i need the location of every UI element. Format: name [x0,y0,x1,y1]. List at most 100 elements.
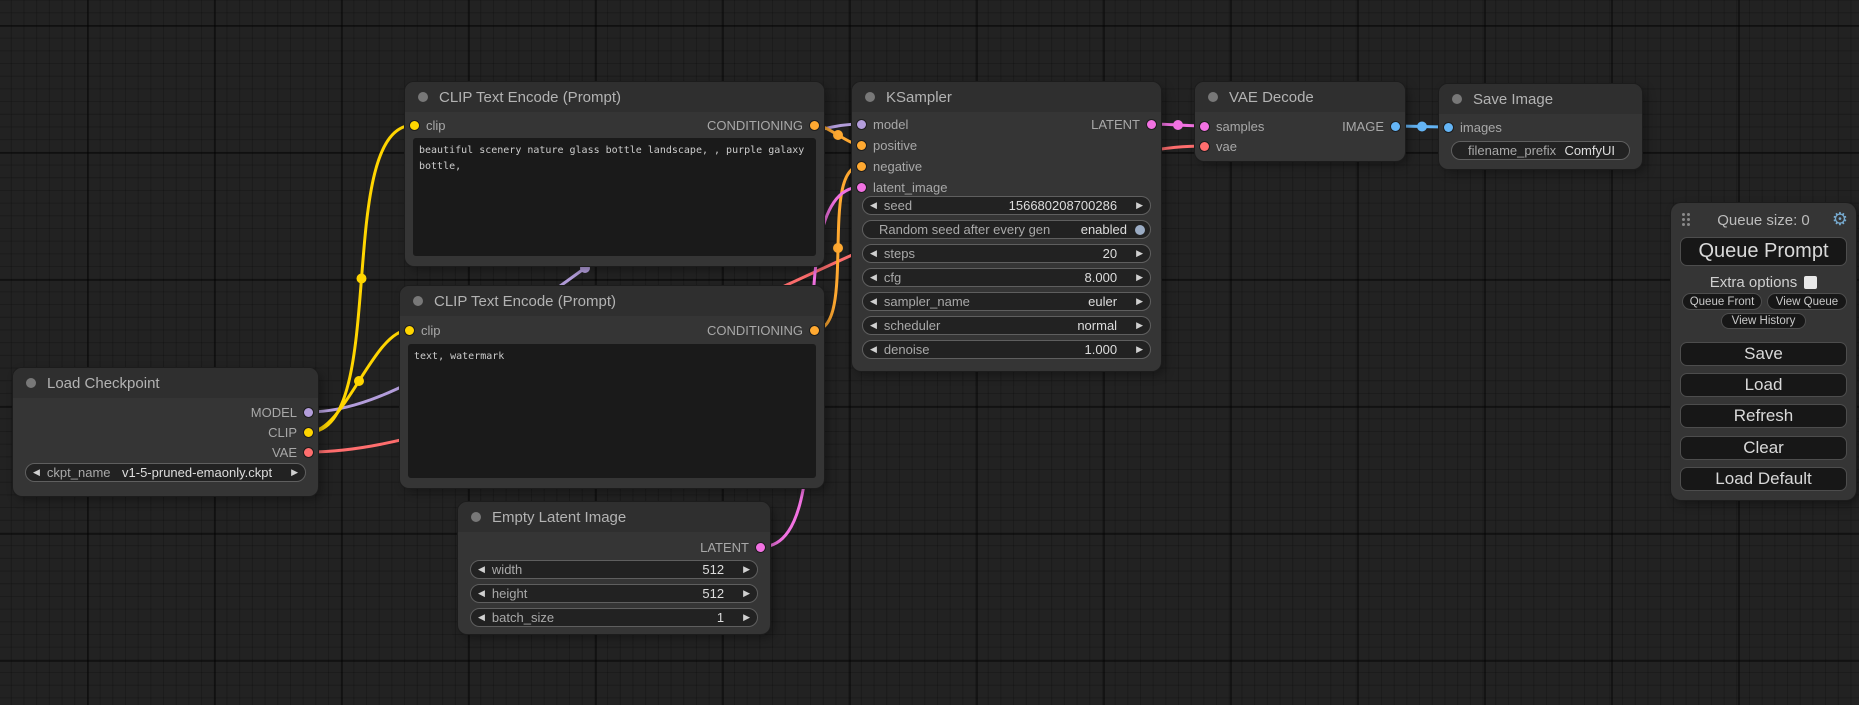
output-slot-conditioning[interactable]: CONDITIONING [707,115,819,135]
height-widget[interactable]: ◀ height 512 ▶ [470,584,758,603]
model-port-icon[interactable] [857,120,866,129]
vae-port-icon[interactable] [1200,142,1209,151]
increment-arrow-icon[interactable]: ▶ [736,608,757,627]
clip-port-icon[interactable] [304,428,313,437]
decrement-arrow-icon[interactable]: ◀ [26,463,47,482]
increment-arrow-icon[interactable]: ▶ [1129,268,1150,287]
clip-port-icon[interactable] [405,326,414,335]
queue-front-button[interactable]: Queue Front [1682,293,1762,310]
load-default-button[interactable]: Load Default [1680,467,1847,491]
decrement-arrow-icon[interactable]: ◀ [863,196,884,215]
sampler-name-widget[interactable]: ◀ sampler_name euler ▶ [862,292,1151,311]
decrement-arrow-icon[interactable]: ◀ [863,268,884,287]
comfyui-canvas[interactable]: { "icons": {"left_arrow": "◀", "right_ar… [0,0,1859,705]
conditioning-port-icon[interactable] [810,121,819,130]
ckpt-name-widget[interactable]: ◀ ckpt_name v1-5-pruned-emaonly.ckpt ▶ [25,463,306,482]
conditioning-port-icon[interactable] [857,162,866,171]
input-slot-clip[interactable]: clip [405,320,441,340]
increment-arrow-icon[interactable]: ▶ [1129,340,1150,359]
decrement-arrow-icon[interactable]: ◀ [471,584,492,603]
decrement-arrow-icon[interactable]: ◀ [863,244,884,263]
collapse-dot-icon[interactable] [865,92,875,102]
node-title-bar[interactable]: Save Image [1439,84,1642,114]
clip-port-icon[interactable] [410,121,419,130]
steps-widget[interactable]: ◀ steps 20 ▶ [862,244,1151,263]
node-save-image[interactable]: Save Image images filename_prefix ComfyU… [1439,84,1642,169]
width-widget[interactable]: ◀ width 512 ▶ [470,560,758,579]
input-slot-latent-image[interactable]: latent_image [857,177,947,197]
gear-icon[interactable]: ⚙ [1832,209,1848,230]
increment-arrow-icon[interactable]: ▶ [1129,316,1150,335]
view-queue-button[interactable]: View Queue [1767,293,1847,310]
input-slot-clip[interactable]: clip [410,115,446,135]
node-load-checkpoint[interactable]: Load Checkpoint MODEL CLIP VAE ◀ ckpt_na… [13,368,318,496]
output-slot-latent[interactable]: LATENT [700,537,765,557]
link-center-dot[interactable] [354,376,364,386]
input-slot-samples[interactable]: samples [1200,116,1264,136]
node-title-bar[interactable]: Empty Latent Image [458,502,770,532]
output-slot-clip[interactable]: CLIP [268,422,313,442]
decrement-arrow-icon[interactable]: ◀ [471,608,492,627]
image-port-icon[interactable] [1391,122,1400,131]
node-clip-text-encode-negative[interactable]: CLIP Text Encode (Prompt) clip CONDITION… [400,286,824,488]
conditioning-port-icon[interactable] [857,141,866,150]
increment-arrow-icon[interactable]: ▶ [284,463,305,482]
refresh-button[interactable]: Refresh [1680,404,1847,428]
node-ksampler[interactable]: KSampler model positive negative latent_… [852,82,1161,371]
node-title-bar[interactable]: CLIP Text Encode (Prompt) [400,286,824,316]
input-slot-positive[interactable]: positive [857,135,917,155]
input-slot-negative[interactable]: negative [857,156,922,176]
latent-port-icon[interactable] [1200,122,1209,131]
link-center-dot[interactable] [1417,122,1427,132]
collapse-dot-icon[interactable] [1208,92,1218,102]
node-empty-latent-image[interactable]: Empty Latent Image LATENT ◀ width 512 ▶ … [458,502,770,634]
decrement-arrow-icon[interactable]: ◀ [863,292,884,311]
random-seed-toggle-widget[interactable]: Random seed after every gen enabled [862,220,1151,239]
increment-arrow-icon[interactable]: ▶ [1129,244,1150,263]
output-slot-vae[interactable]: VAE [272,442,313,462]
view-history-button[interactable]: View History [1721,313,1806,329]
vae-port-icon[interactable] [304,448,313,457]
model-port-icon[interactable] [304,408,313,417]
collapse-dot-icon[interactable] [418,92,428,102]
decrement-arrow-icon[interactable]: ◀ [863,340,884,359]
input-slot-images[interactable]: images [1444,117,1502,137]
input-slot-vae[interactable]: vae [1200,136,1237,156]
output-slot-image[interactable]: IMAGE [1342,116,1400,136]
node-clip-text-encode-positive[interactable]: CLIP Text Encode (Prompt) clip CONDITION… [405,82,824,266]
latent-port-icon[interactable] [756,543,765,552]
output-slot-latent[interactable]: LATENT [1091,114,1156,134]
toggle-enabled-icon[interactable] [1135,225,1145,235]
extra-options-checkbox[interactable] [1804,276,1817,289]
collapse-dot-icon[interactable] [1452,94,1462,104]
load-button[interactable]: Load [1680,373,1847,397]
prompt-textarea[interactable]: text, watermark [408,344,816,478]
link-center-dot[interactable] [1173,120,1183,130]
denoise-widget[interactable]: ◀ denoise 1.000 ▶ [862,340,1151,359]
conditioning-port-icon[interactable] [810,326,819,335]
seed-widget[interactable]: ◀ seed 156680208700286 ▶ [862,196,1151,215]
collapse-dot-icon[interactable] [413,296,423,306]
save-button[interactable]: Save [1680,342,1847,366]
filename-prefix-widget[interactable]: filename_prefix ComfyUI [1451,141,1630,160]
prompt-textarea[interactable]: beautiful scenery nature glass bottle la… [413,138,816,256]
image-port-icon[interactable] [1444,123,1453,132]
drag-handle-icon[interactable] [1682,213,1692,228]
increment-arrow-icon[interactable]: ▶ [1129,292,1150,311]
output-slot-conditioning[interactable]: CONDITIONING [707,320,819,340]
output-slot-model[interactable]: MODEL [251,402,313,422]
node-title-bar[interactable]: CLIP Text Encode (Prompt) [405,82,824,112]
collapse-dot-icon[interactable] [471,512,481,522]
input-slot-model[interactable]: model [857,114,908,134]
link-center-dot[interactable] [357,274,367,284]
link-center-dot[interactable] [833,243,843,253]
queue-prompt-button[interactable]: Queue Prompt [1680,237,1847,266]
batch-size-widget[interactable]: ◀ batch_size 1 ▶ [470,608,758,627]
cfg-widget[interactable]: ◀ cfg 8.000 ▶ [862,268,1151,287]
node-vae-decode[interactable]: VAE Decode samples vae IMAGE [1195,82,1405,161]
increment-arrow-icon[interactable]: ▶ [736,560,757,579]
node-title-bar[interactable]: Load Checkpoint [13,368,318,398]
link-center-dot[interactable] [833,130,843,140]
node-title-bar[interactable]: KSampler [852,82,1161,112]
latent-port-icon[interactable] [1147,120,1156,129]
